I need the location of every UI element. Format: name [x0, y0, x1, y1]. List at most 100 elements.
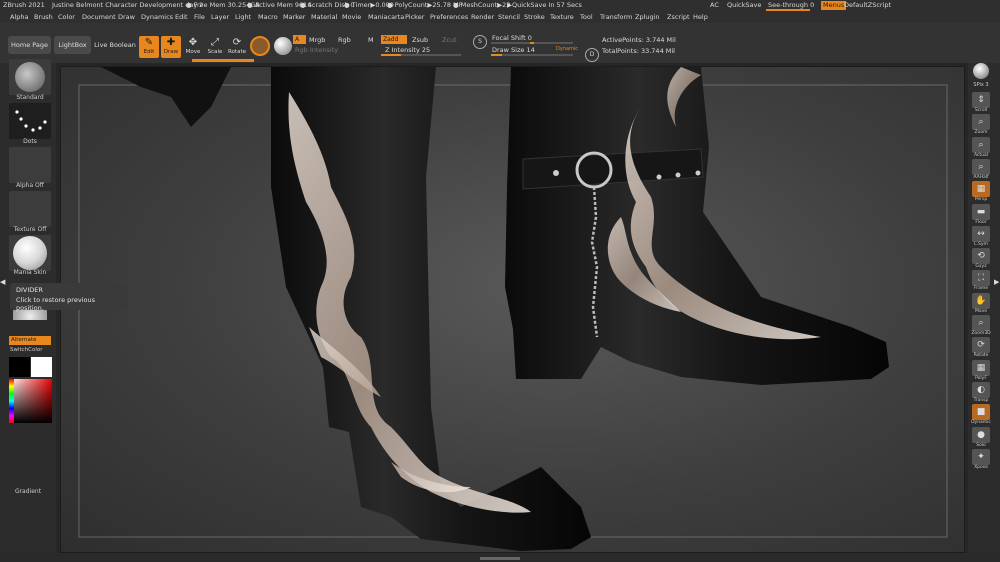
- menu-file[interactable]: File: [194, 11, 205, 23]
- secondary-color[interactable]: [31, 357, 52, 377]
- lightbox-button[interactable]: LightBox: [54, 36, 91, 54]
- menu-alpha[interactable]: Alpha: [10, 11, 28, 23]
- menu-layer[interactable]: Layer: [211, 11, 229, 23]
- menu-movie[interactable]: Movie: [342, 11, 361, 23]
- shelf-aahalf-button[interactable]: ⌕: [972, 159, 990, 175]
- shelf-rotate-button[interactable]: ⟳: [972, 337, 990, 353]
- menu-render[interactable]: Render: [471, 11, 494, 23]
- alternate-button[interactable]: Alternate: [9, 336, 51, 345]
- a-toggle[interactable]: A: [293, 35, 306, 44]
- home-page-button[interactable]: Home Page: [8, 36, 51, 54]
- edit-button[interactable]: ✎ Edit: [139, 36, 159, 58]
- alpha-thumbnail[interactable]: [9, 147, 51, 183]
- right-divider-arrow[interactable]: ▶: [994, 278, 999, 290]
- menu-help[interactable]: Help: [693, 11, 708, 23]
- material-swatch[interactable]: [250, 36, 270, 56]
- menu-material[interactable]: Material: [311, 11, 337, 23]
- scale-button[interactable]: ⤢ Scale: [205, 36, 225, 58]
- menu-draw[interactable]: Draw: [118, 11, 135, 23]
- zsub-toggle[interactable]: Zsub: [412, 36, 428, 44]
- material-thumbnail[interactable]: [9, 235, 51, 271]
- live-boolean-button[interactable]: Live Boolean: [94, 36, 136, 54]
- focal-shift-slider[interactable]: Focal Shift 0: [492, 34, 532, 42]
- primary-color[interactable]: [9, 357, 30, 377]
- menu-marker[interactable]: Marker: [283, 11, 305, 23]
- rgb-intensity-slider[interactable]: Rgb Intensity: [295, 46, 338, 54]
- canvas-viewport[interactable]: [60, 66, 965, 553]
- shelf-transp-button[interactable]: ◐: [972, 382, 990, 398]
- shelf-label: Persp: [974, 197, 988, 202]
- draw-icon: ✚: [166, 37, 176, 48]
- zcut-toggle[interactable]: Zcut: [442, 36, 457, 44]
- draw-button[interactable]: ✚ Draw: [161, 36, 181, 58]
- menu-stencil[interactable]: Stencil: [498, 11, 520, 23]
- shelf-xpose-button[interactable]: ✦: [972, 449, 990, 465]
- texture-thumbnail[interactable]: [9, 191, 51, 227]
- switch-color-button[interactable]: SwitchColor: [10, 347, 43, 353]
- tooltip-title: DIVIDER: [16, 286, 43, 294]
- menu-color[interactable]: Color: [58, 11, 75, 23]
- menu-maniacarta[interactable]: Maniacarta: [368, 11, 404, 23]
- shelf-label: L.Sym: [974, 242, 988, 247]
- shelf-l-sym-button[interactable]: ↔: [972, 226, 990, 242]
- move-button[interactable]: ✥ Move: [183, 36, 203, 58]
- shelf-solo-button[interactable]: ●: [972, 427, 990, 443]
- menu-zplugin[interactable]: Zplugin: [635, 11, 660, 23]
- zadd-toggle[interactable]: Zadd: [381, 35, 407, 44]
- rotate-button[interactable]: ⟳ Rotate: [227, 36, 247, 58]
- left-divider-arrow[interactable]: ◀: [0, 278, 5, 290]
- z-intensity-slider[interactable]: Z Intensity 25: [385, 46, 430, 54]
- menu-zscript[interactable]: Zscript: [667, 11, 690, 23]
- shelf-scroll-button[interactable]: ⇕: [972, 92, 990, 108]
- menu-document[interactable]: Document: [82, 11, 116, 23]
- shelf-zoom3d-button[interactable]: ⌕: [972, 315, 990, 331]
- menu-transform[interactable]: Transform: [600, 11, 632, 23]
- dynamic-toggle[interactable]: Dynamic: [556, 46, 578, 52]
- shelf-floor-button[interactable]: ▬: [972, 204, 990, 220]
- spix-label[interactable]: SPix 3: [968, 82, 994, 88]
- z-intensity-fill: [381, 54, 401, 56]
- d-dial[interactable]: D: [585, 48, 599, 62]
- shelf-actual-button[interactable]: ⌕: [972, 137, 990, 153]
- stroke-thumbnail[interactable]: [9, 103, 51, 139]
- alpha-label: Alpha Off: [16, 182, 44, 189]
- color-picker-square[interactable]: [9, 379, 52, 423]
- menu-dynamics[interactable]: Dynamics: [141, 11, 173, 23]
- mrgb-toggle[interactable]: Mrgb: [309, 36, 325, 44]
- strap-stud: [656, 174, 662, 180]
- shelf-polyf-button[interactable]: ▦: [972, 360, 990, 376]
- menu-stroke[interactable]: Stroke: [524, 11, 545, 23]
- hue-strip[interactable]: [9, 379, 14, 423]
- m-toggle[interactable]: M: [368, 36, 374, 44]
- texture-swatch[interactable]: [274, 37, 292, 55]
- brush-thumbnail[interactable]: [9, 59, 51, 95]
- l-sym-icon: ↔: [977, 229, 985, 239]
- menu-light[interactable]: Light: [235, 11, 251, 23]
- menu-preferences[interactable]: Preferences: [430, 11, 468, 23]
- menus-button[interactable]: Menus: [821, 1, 847, 10]
- menu-edit[interactable]: Edit: [175, 11, 188, 23]
- bpr-button[interactable]: [973, 63, 989, 79]
- menu-texture[interactable]: Texture: [550, 11, 574, 23]
- s-dial[interactable]: S: [473, 35, 487, 49]
- meshcount: ● MeshCount▶23: [453, 1, 511, 9]
- zbrush-window: ZBrush 2021 Justine Belmont Character De…: [0, 0, 1000, 562]
- draw-size-slider[interactable]: Draw Size 14: [492, 46, 535, 54]
- quicksave-button[interactable]: QuickSave: [727, 0, 761, 11]
- shelf-gxyz-button[interactable]: ⟲: [972, 248, 990, 264]
- transform-mode-indicator: [192, 59, 254, 62]
- menu-macro[interactable]: Macro: [258, 11, 278, 23]
- rgb-toggle[interactable]: Rgb: [338, 36, 351, 44]
- shelf-dynamic-button[interactable]: ■: [972, 404, 990, 420]
- shelf-persp-button[interactable]: ▦: [972, 181, 990, 197]
- shelf-move-button[interactable]: ✋: [972, 293, 990, 309]
- menu-brush[interactable]: Brush: [34, 11, 53, 23]
- shelf-zoom-button[interactable]: ⌕: [972, 114, 990, 130]
- script-name[interactable]: DefaultZScript: [844, 0, 891, 11]
- shelf-frame-button[interactable]: ⛶: [972, 270, 990, 286]
- menu-tool[interactable]: Tool: [580, 11, 593, 23]
- gradient-button[interactable]: Gradient: [0, 488, 56, 495]
- menu-picker[interactable]: Picker: [405, 11, 424, 23]
- bottom-divider-handle[interactable]: [480, 557, 520, 560]
- document-name: Justine Belmont Character Development da…: [52, 1, 204, 9]
